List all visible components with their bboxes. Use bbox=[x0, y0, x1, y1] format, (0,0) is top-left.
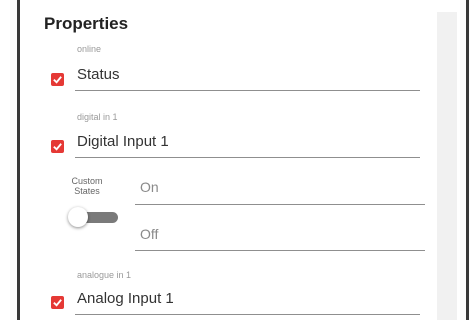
custom-states-toggle-knob[interactable] bbox=[68, 207, 88, 227]
right-frame-border bbox=[466, 0, 469, 320]
property-checkbox-status[interactable] bbox=[51, 73, 64, 86]
property-underline-status bbox=[75, 90, 420, 91]
property-underline-analog-input-1 bbox=[75, 314, 420, 315]
property-field-analog-input-1[interactable]: Analog Input 1 bbox=[77, 290, 174, 307]
property-underline-digital-input-1 bbox=[75, 157, 420, 158]
check-icon bbox=[53, 76, 62, 84]
right-gutter bbox=[437, 12, 457, 320]
panel-title: Properties bbox=[44, 14, 129, 33]
state-off-field[interactable]: Off bbox=[140, 226, 158, 242]
properties-page: Properties online Status digital in 1 Di… bbox=[0, 0, 473, 320]
state-on-underline bbox=[135, 204, 425, 205]
left-frame-border bbox=[17, 0, 20, 320]
check-icon bbox=[53, 143, 62, 151]
property-field-digital-input-1[interactable]: Digital Input 1 bbox=[77, 133, 169, 150]
property-key-analogue-in-1: analogue in 1 bbox=[77, 270, 132, 280]
property-key-online: online bbox=[77, 44, 102, 54]
property-key-digital-in-1: digital in 1 bbox=[77, 112, 118, 122]
property-checkbox-analog-input-1[interactable] bbox=[51, 296, 64, 309]
check-icon bbox=[53, 299, 62, 307]
property-field-status[interactable]: Status bbox=[77, 66, 120, 83]
state-off-underline bbox=[135, 250, 425, 251]
state-on-field[interactable]: On bbox=[140, 179, 159, 195]
property-checkbox-digital-input-1[interactable] bbox=[51, 140, 64, 153]
custom-states-label: Custom States bbox=[71, 176, 103, 196]
